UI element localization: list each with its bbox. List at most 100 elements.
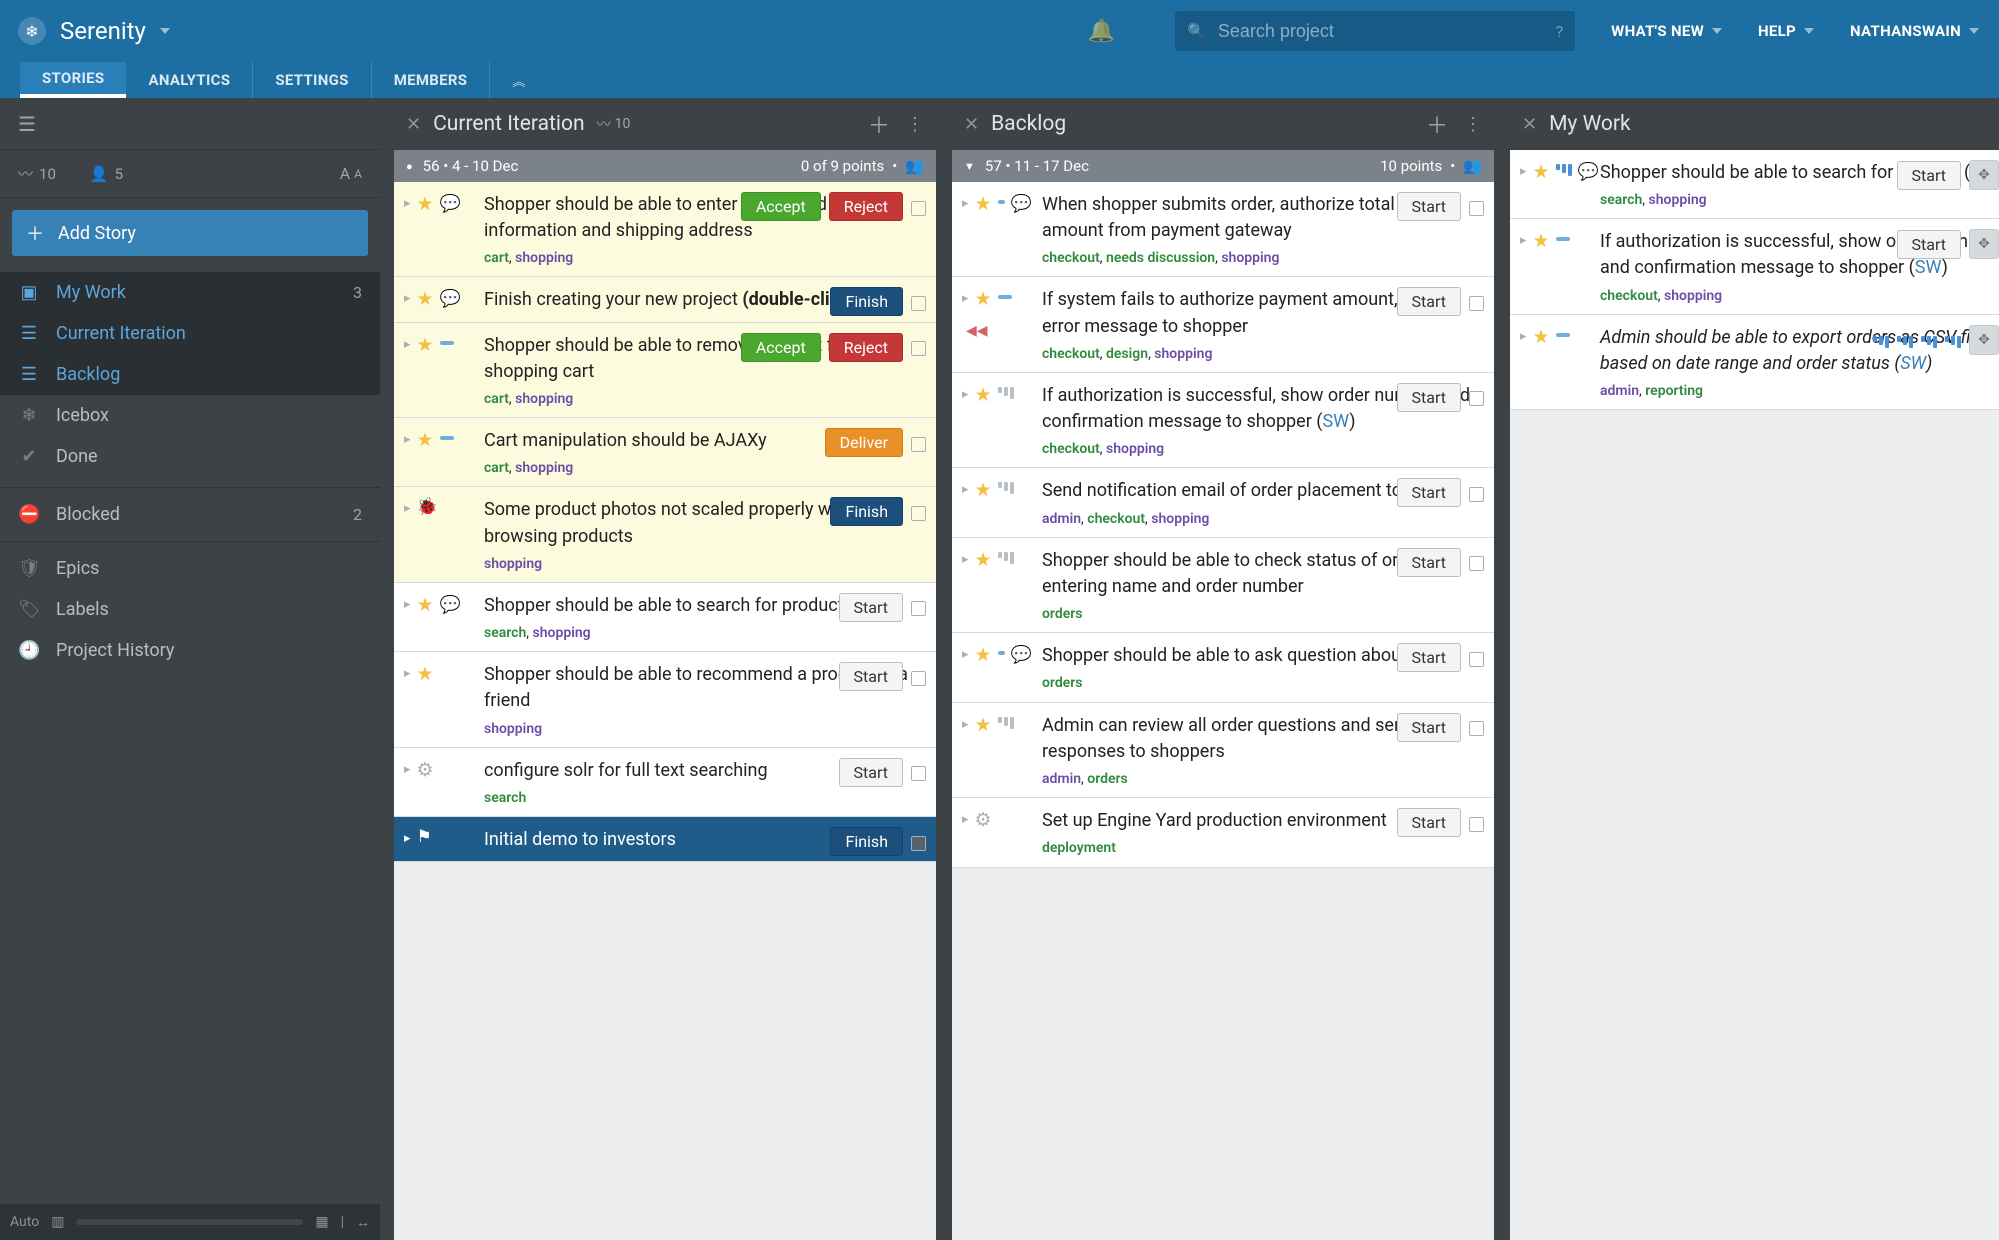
expand-icon[interactable]: ▸ bbox=[962, 812, 969, 827]
reject-button[interactable]: Reject bbox=[829, 333, 903, 362]
sidebar-toggle-icon[interactable]: ☰ bbox=[18, 112, 36, 136]
start-button[interactable]: Start bbox=[1397, 383, 1461, 412]
panel-close-current[interactable]: ✕ bbox=[406, 114, 421, 135]
panel-menu-current[interactable]: ⋮ bbox=[906, 114, 924, 135]
tab-analytics[interactable]: ANALYTICS bbox=[126, 62, 253, 98]
expand-icon[interactable]: ▸ bbox=[1520, 329, 1527, 344]
label[interactable]: checkout bbox=[1042, 250, 1100, 266]
story-card[interactable]: ▸★💬Shopper should be able to ask questio… bbox=[952, 633, 1494, 702]
panel-add-story-current[interactable]: ＋ bbox=[868, 108, 890, 140]
label[interactable]: shopping bbox=[1664, 288, 1722, 304]
start-button[interactable]: Start bbox=[1397, 713, 1461, 742]
finish-button[interactable]: Finish bbox=[830, 287, 903, 316]
estimate-option[interactable] bbox=[1945, 336, 1961, 348]
label[interactable]: admin bbox=[1042, 771, 1081, 787]
story-card[interactable]: ▸★Cart manipulation should be AJAXycart,… bbox=[394, 418, 936, 487]
expand-icon[interactable]: ▸ bbox=[404, 597, 411, 612]
story-card[interactable]: ▸★If authorization is successful, show o… bbox=[1510, 219, 1999, 314]
expand-icon[interactable]: ▸ bbox=[962, 482, 969, 497]
start-button[interactable]: Start bbox=[839, 662, 903, 691]
move-icon[interactable]: ✥ bbox=[1969, 160, 1999, 190]
story-card[interactable]: ▸★💬Shopper should be able to enter credi… bbox=[394, 182, 936, 277]
help-link[interactable]: HELP bbox=[1758, 22, 1814, 40]
comments-icon[interactable]: 💬 bbox=[440, 595, 461, 615]
sidebar-item-labels[interactable]: 🏷 Labels bbox=[0, 589, 380, 630]
label[interactable]: shopping bbox=[1151, 511, 1209, 527]
velocity-indicator[interactable]: 〰10 bbox=[18, 163, 56, 184]
members-indicator[interactable]: 👤5 bbox=[90, 165, 123, 183]
expand-icon[interactable]: ▸ bbox=[962, 291, 969, 306]
label[interactable]: shopping bbox=[1154, 346, 1212, 362]
sidebar-item-epics[interactable]: 🛡 Epics bbox=[0, 548, 380, 589]
label[interactable]: shopping bbox=[515, 391, 573, 407]
app-logo[interactable]: ❄ bbox=[18, 17, 46, 45]
text-size-icon[interactable]: AA bbox=[340, 164, 362, 183]
estimate-option[interactable] bbox=[1873, 336, 1889, 348]
finish-button[interactable]: Finish bbox=[830, 827, 903, 856]
story-checkbox[interactable] bbox=[1469, 296, 1484, 311]
label[interactable]: design bbox=[1106, 346, 1148, 362]
start-button[interactable]: Start bbox=[1397, 548, 1461, 577]
story-checkbox[interactable] bbox=[911, 766, 926, 781]
start-button[interactable]: Start bbox=[1897, 230, 1961, 259]
label[interactable]: shopping bbox=[515, 250, 573, 266]
owner-link[interactable]: SW bbox=[1322, 411, 1349, 432]
story-card[interactable]: ▸★Shopper should be able to remove produ… bbox=[394, 323, 936, 418]
expand-icon[interactable]: ▸ bbox=[404, 291, 411, 306]
tab-settings[interactable]: SETTINGS bbox=[253, 62, 371, 98]
iteration-bar-backlog[interactable]: ▼ 57 • 11 - 17 Dec 10 points • 👥 bbox=[952, 150, 1494, 182]
story-checkbox[interactable] bbox=[1469, 391, 1484, 406]
panel-close-mywork[interactable]: ✕ bbox=[1522, 114, 1537, 135]
label[interactable]: orders bbox=[1042, 675, 1082, 691]
deliver-button[interactable]: Deliver bbox=[825, 428, 903, 457]
story-checkbox[interactable] bbox=[911, 341, 926, 356]
story-checkbox[interactable] bbox=[911, 296, 926, 311]
density-slider[interactable] bbox=[76, 1219, 303, 1225]
comments-icon[interactable]: 💬 bbox=[1011, 645, 1032, 665]
density-icon[interactable]: ▥ bbox=[51, 1214, 64, 1230]
story-checkbox[interactable] bbox=[911, 836, 926, 851]
story-card[interactable]: ▸★Admin should be able to export orders … bbox=[1510, 315, 1999, 410]
whats-new-link[interactable]: WHAT'S NEW bbox=[1611, 22, 1722, 40]
label[interactable]: shopping bbox=[515, 460, 573, 476]
auto-toggle[interactable]: Auto bbox=[10, 1214, 39, 1230]
label[interactable]: orders bbox=[1042, 606, 1082, 622]
label[interactable]: admin bbox=[1600, 383, 1639, 399]
tabbar-more-icon[interactable]: ︽ bbox=[490, 71, 547, 90]
finish-button[interactable]: Finish bbox=[830, 497, 903, 526]
sidebar-item-current[interactable]: ☰ Current Iteration bbox=[0, 313, 380, 354]
story-checkbox[interactable] bbox=[1469, 817, 1484, 832]
label[interactable]: cart bbox=[484, 250, 509, 266]
accept-button[interactable]: Accept bbox=[741, 333, 821, 362]
label[interactable]: cart bbox=[484, 391, 509, 407]
estimate-option[interactable] bbox=[1921, 336, 1937, 348]
label[interactable]: shopping bbox=[484, 556, 542, 572]
start-button[interactable]: Start bbox=[1397, 643, 1461, 672]
label[interactable]: shopping bbox=[1106, 441, 1164, 457]
start-button[interactable]: Start bbox=[839, 593, 903, 622]
user-menu[interactable]: NATHANSWAIN bbox=[1850, 22, 1979, 40]
reject-button[interactable]: Reject bbox=[829, 192, 903, 221]
label[interactable]: search bbox=[484, 790, 526, 806]
story-card[interactable]: ◀◀▸★If system fails to authorize payment… bbox=[952, 277, 1494, 372]
story-checkbox[interactable] bbox=[911, 601, 926, 616]
expand-icon[interactable]: ▸ bbox=[962, 717, 969, 732]
expand-icon[interactable]: ▸ bbox=[962, 196, 969, 211]
panel-add-story-backlog[interactable]: ＋ bbox=[1426, 108, 1448, 140]
project-name[interactable]: Serenity bbox=[60, 17, 146, 45]
owner-link[interactable]: SW bbox=[1900, 353, 1926, 374]
start-button[interactable]: Start bbox=[1897, 161, 1961, 190]
label[interactable]: shopping bbox=[533, 625, 591, 641]
panel-menu-backlog[interactable]: ⋮ bbox=[1464, 114, 1482, 135]
estimate-option[interactable] bbox=[1897, 336, 1913, 348]
label[interactable]: shopping bbox=[484, 721, 542, 737]
expand-icon[interactable]: ▸ bbox=[962, 647, 969, 662]
tab-stories[interactable]: STORIES bbox=[20, 62, 126, 98]
project-dropdown-caret[interactable] bbox=[160, 28, 170, 34]
start-button[interactable]: Start bbox=[1397, 192, 1461, 221]
start-button[interactable]: Start bbox=[839, 758, 903, 787]
story-checkbox[interactable] bbox=[1469, 652, 1484, 667]
story-checkbox[interactable] bbox=[911, 671, 926, 686]
story-card[interactable]: ▸⚙configure solr for full text searching… bbox=[394, 748, 936, 817]
people-icon[interactable]: 👥 bbox=[1463, 157, 1482, 175]
